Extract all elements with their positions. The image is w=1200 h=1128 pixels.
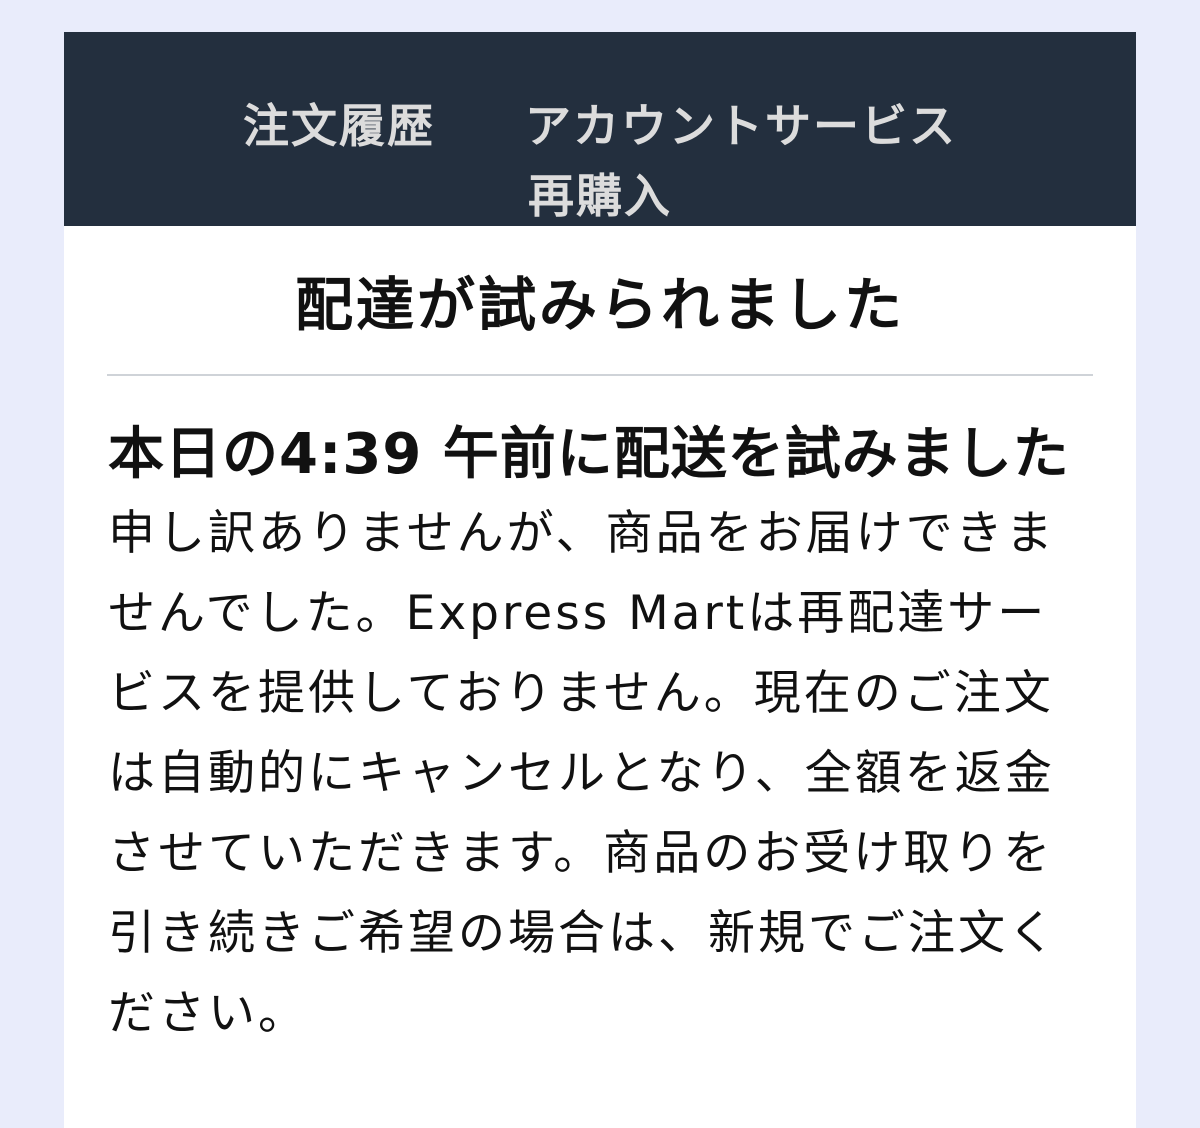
page-title: 配達が試みられました: [294, 271, 905, 339]
nav-order-history-link[interactable]: 注文履歴: [243, 103, 435, 149]
notice-body: 申し訳ありませんが、商品をお届けできませんでした。Express Martは再配…: [108, 506, 1058, 1041]
nav-row: 再購入: [64, 162, 1136, 230]
page-title-section: 配達が試みられました: [107, 226, 1093, 376]
nav-row: 注文履歴 アカウントサービス: [64, 90, 1136, 162]
notice-content: 本日の4:39 午前に配送を試みました 申し訳ありませんが、商品をお届けできませ…: [64, 376, 1136, 1054]
nav-reorder-link[interactable]: 再購入: [528, 173, 672, 219]
nav-account-service-link[interactable]: アカウントサービス: [525, 103, 957, 149]
delivery-notice-card: 注文履歴 アカウントサービス 再購入 配達が試みられました 本日の4:39 午前…: [64, 32, 1136, 1128]
top-navigation: 注文履歴 アカウントサービス 再購入: [64, 32, 1136, 226]
notice-headline: 本日の4:39 午前に配送を試みました: [108, 422, 1070, 487]
